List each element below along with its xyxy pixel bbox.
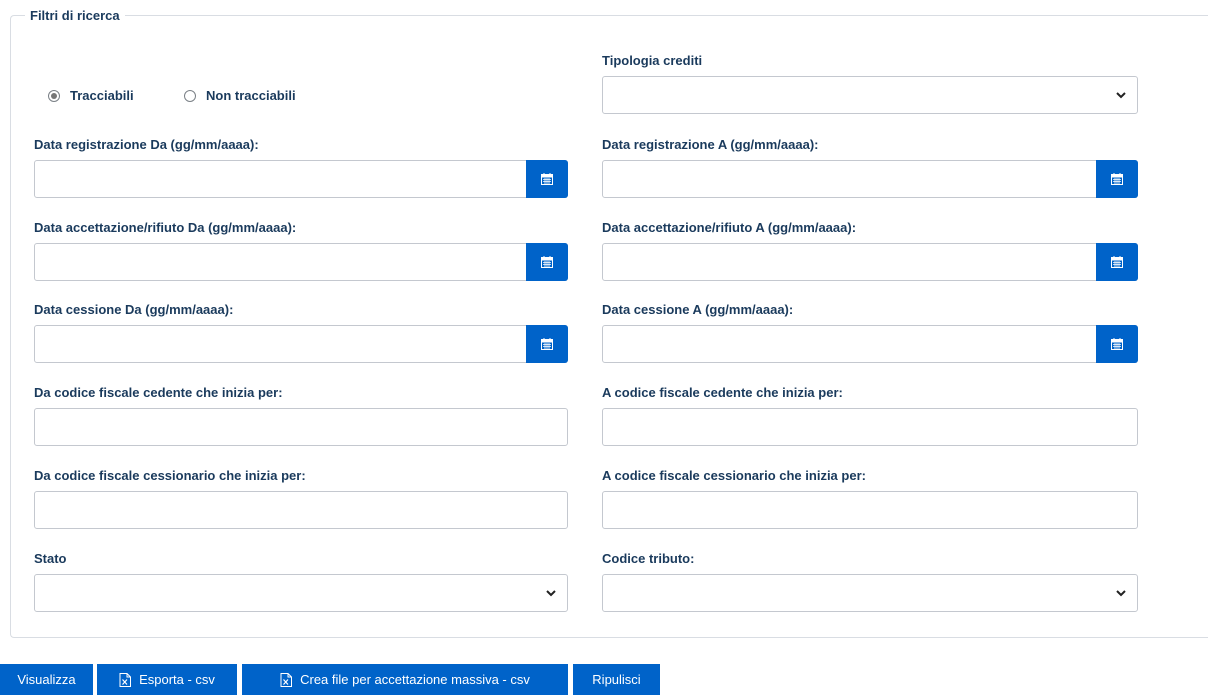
stato-select[interactable]: [34, 574, 568, 612]
cf-cedente-da-field[interactable]: [34, 408, 568, 446]
data-cessione-da-field[interactable]: [34, 325, 568, 363]
radio-checked-icon: [48, 89, 60, 102]
data-registrazione-a-input[interactable]: [603, 161, 1137, 197]
data-registrazione-da-input[interactable]: [35, 161, 567, 197]
ripulisci-label: Ripulisci: [592, 672, 641, 687]
data-accettazione-da-label: Data accettazione/rifiuto Da (gg/mm/aaaa…: [34, 220, 297, 235]
stato-value[interactable]: [35, 575, 567, 611]
codice-tributo-select[interactable]: [602, 574, 1138, 612]
data-cessione-a-field[interactable]: [602, 325, 1138, 363]
ripulisci-button[interactable]: Ripulisci: [573, 664, 660, 695]
data-accettazione-a-input[interactable]: [603, 244, 1137, 280]
radio-tracciabili[interactable]: Tracciabili: [48, 88, 134, 103]
calendar-button[interactable]: [1096, 160, 1138, 198]
codice-tributo-value[interactable]: [603, 575, 1137, 611]
radio-tracciabili-label: Tracciabili: [70, 88, 134, 103]
cf-cedente-a-field[interactable]: [602, 408, 1138, 446]
stato-label: Stato: [34, 551, 67, 566]
visualizza-label: Visualizza: [17, 672, 76, 687]
cf-cedente-da-input[interactable]: [35, 409, 567, 445]
esporta-label: Esporta - csv: [139, 672, 215, 687]
search-page: Filtri di ricerca Tracciabili Non tracci…: [0, 0, 1210, 695]
calendar-button[interactable]: [526, 160, 568, 198]
data-cessione-da-input[interactable]: [35, 326, 567, 362]
data-registrazione-a-field[interactable]: [602, 160, 1138, 198]
radio-unchecked-icon: [184, 89, 196, 102]
calendar-icon: [541, 338, 553, 350]
cf-cessionario-da-field[interactable]: [34, 491, 568, 529]
data-accettazione-a-label: Data accettazione/rifiuto A (gg/mm/aaaa)…: [602, 220, 857, 235]
chevron-down-icon: [1116, 92, 1126, 99]
data-registrazione-da-field[interactable]: [34, 160, 568, 198]
calendar-icon: [541, 173, 553, 185]
tipologia-crediti-label: Tipologia crediti: [602, 53, 703, 68]
calendar-button[interactable]: [1096, 325, 1138, 363]
data-accettazione-a-field[interactable]: [602, 243, 1138, 281]
visualizza-button[interactable]: Visualizza: [0, 664, 93, 695]
calendar-button[interactable]: [526, 325, 568, 363]
data-accettazione-da-input[interactable]: [35, 244, 567, 280]
radio-non-tracciabili[interactable]: Non tracciabili: [184, 88, 296, 103]
cf-cessionario-da-label: Da codice fiscale cessionario che inizia…: [34, 468, 306, 483]
tipologia-crediti-select[interactable]: [602, 76, 1138, 114]
excel-file-icon: [280, 672, 293, 687]
data-cessione-da-label: Data cessione Da (gg/mm/aaaa):: [34, 302, 234, 317]
calendar-icon: [1111, 173, 1123, 185]
data-cessione-a-label: Data cessione A (gg/mm/aaaa):: [602, 302, 794, 317]
data-accettazione-da-field[interactable]: [34, 243, 568, 281]
cf-cessionario-a-input[interactable]: [603, 492, 1137, 528]
chevron-down-icon: [1116, 590, 1126, 597]
cf-cessionario-da-input[interactable]: [35, 492, 567, 528]
excel-file-icon: [119, 672, 132, 687]
esporta-csv-button[interactable]: Esporta - csv: [97, 664, 237, 695]
calendar-button[interactable]: [526, 243, 568, 281]
data-registrazione-da-label: Data registrazione Da (gg/mm/aaaa):: [34, 137, 259, 152]
radio-non-tracciabili-label: Non tracciabili: [206, 88, 296, 103]
cf-cessionario-a-field[interactable]: [602, 491, 1138, 529]
data-cessione-a-input[interactable]: [603, 326, 1137, 362]
filters-legend: Filtri di ricerca: [30, 8, 120, 23]
chevron-down-icon: [546, 590, 556, 597]
calendar-icon: [1111, 338, 1123, 350]
calendar-button[interactable]: [1096, 243, 1138, 281]
cf-cedente-da-label: Da codice fiscale cedente che inizia per…: [34, 385, 283, 400]
cf-cessionario-a-label: A codice fiscale cessionario che inizia …: [602, 468, 866, 483]
crea-file-button[interactable]: Crea file per accettazione massiva - csv: [242, 664, 568, 695]
data-registrazione-a-label: Data registrazione A (gg/mm/aaaa):: [602, 137, 819, 152]
codice-tributo-label: Codice tributo:: [602, 551, 695, 566]
cf-cedente-a-input[interactable]: [603, 409, 1137, 445]
calendar-icon: [1111, 256, 1123, 268]
crea-file-label: Crea file per accettazione massiva - csv: [300, 672, 530, 687]
calendar-icon: [541, 256, 553, 268]
tipologia-crediti-value[interactable]: [603, 77, 1137, 113]
cf-cedente-a-label: A codice fiscale cedente che inizia per:: [602, 385, 843, 400]
